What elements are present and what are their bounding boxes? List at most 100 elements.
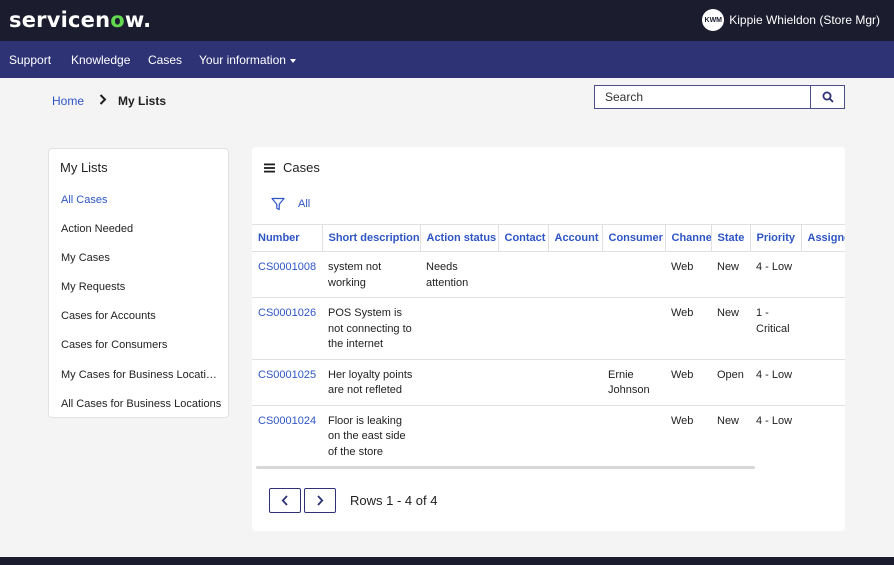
case-number[interactable]: CS0001008 xyxy=(252,251,322,298)
prev-page-button[interactable] xyxy=(269,488,301,513)
case-contact xyxy=(498,359,548,406)
case-account xyxy=(548,405,602,466)
case-consumer xyxy=(602,251,665,298)
case-number[interactable]: CS0001026 xyxy=(252,297,322,360)
case-assigned-to xyxy=(801,359,845,406)
cases-panel: Cases All Number Short description Actio… xyxy=(252,147,845,531)
case-channel: Web xyxy=(665,405,711,466)
list-item-cases-for-consumers[interactable]: Cases for Consumers xyxy=(61,339,223,351)
table-header-row: Number Short description Action status C… xyxy=(252,224,845,252)
case-priority: 4 - Low xyxy=(750,251,801,298)
list-item-my-cases[interactable]: My Cases xyxy=(61,252,223,264)
search-button[interactable] xyxy=(810,86,844,108)
nav-your-information[interactable]: Your information xyxy=(199,53,296,67)
list-item-all-cases[interactable]: All Cases xyxy=(61,194,223,206)
nav-cases[interactable]: Cases xyxy=(148,53,182,67)
col-account[interactable]: Account xyxy=(547,224,602,252)
user-menu[interactable]: KWM Kippie Whieldon (Store Mgr) xyxy=(702,9,880,31)
pagination: Rows 1 - 4 of 4 xyxy=(269,488,437,513)
chevron-right-icon xyxy=(317,495,324,506)
list-item-cases-for-accounts[interactable]: Cases for Accounts xyxy=(61,310,223,322)
cases-title: Cases xyxy=(283,160,320,175)
cases-header: Cases xyxy=(264,160,320,175)
next-page-button[interactable] xyxy=(304,488,336,513)
case-number[interactable]: CS0001024 xyxy=(252,405,322,466)
table-row: CS0001024 Floor is leaking on the east s… xyxy=(252,405,845,466)
col-priority[interactable]: Priority xyxy=(749,224,801,252)
breadcrumb: Home My Lists xyxy=(52,93,166,108)
case-priority: 4 - Low xyxy=(750,405,801,466)
horizontal-scrollbar[interactable] xyxy=(256,466,755,469)
case-contact xyxy=(498,405,548,466)
table-row: CS0001008 system not working Needs atten… xyxy=(252,251,845,298)
table-row: CS0001025 Her loyalty points are not ref… xyxy=(252,359,845,406)
case-consumer xyxy=(602,405,665,466)
rows-count: Rows 1 - 4 of 4 xyxy=(350,493,438,508)
case-action-status xyxy=(420,359,498,406)
servicenow-logo[interactable]: servicenow. xyxy=(9,8,151,32)
my-lists-title: My Lists xyxy=(60,160,108,175)
col-channel[interactable]: Channel xyxy=(664,224,711,252)
col-action-status[interactable]: Action status xyxy=(419,224,498,252)
case-description: Floor is leaking on the east side of the… xyxy=(322,405,420,466)
search-input[interactable] xyxy=(595,86,810,108)
case-state: New xyxy=(711,405,750,466)
case-state: Open xyxy=(711,359,750,406)
case-account xyxy=(548,251,602,298)
caret-down-icon xyxy=(289,58,296,63)
top-bar: servicenow. KWM Kippie Whieldon (Store M… xyxy=(0,0,894,41)
case-consumer xyxy=(602,297,665,360)
col-assigned-to[interactable]: Assigned to xyxy=(800,224,845,252)
col-consumer[interactable]: Consumer xyxy=(601,224,665,252)
col-contact[interactable]: Contact xyxy=(497,224,548,252)
filter-icon xyxy=(271,197,285,211)
list-item-my-cases-business-locations[interactable]: My Cases for Business Locations xyxy=(61,369,223,381)
col-state[interactable]: State xyxy=(710,224,750,252)
case-account xyxy=(548,359,602,406)
case-contact xyxy=(498,251,548,298)
col-number[interactable]: Number xyxy=(252,224,322,252)
cases-table: Number Short description Action status C… xyxy=(252,224,845,466)
case-number[interactable]: CS0001025 xyxy=(252,359,322,406)
nav-your-information-label: Your information xyxy=(199,53,286,67)
case-channel: Web xyxy=(665,297,711,360)
chevron-right-icon xyxy=(99,93,107,108)
case-assigned-to xyxy=(801,297,845,360)
case-account xyxy=(548,297,602,360)
filter-all[interactable]: All xyxy=(271,197,310,211)
list-item-action-needed[interactable]: Action Needed xyxy=(61,223,223,235)
nav-support[interactable]: Support xyxy=(9,53,51,67)
case-description: POS System is not connecting to the inte… xyxy=(322,297,420,360)
search-box xyxy=(594,85,845,109)
nav-knowledge[interactable]: Knowledge xyxy=(71,53,130,67)
case-channel: Web xyxy=(665,251,711,298)
list-item-all-cases-business-locations[interactable]: All Cases for Business Locations xyxy=(61,398,223,410)
case-action-status xyxy=(420,297,498,360)
cases-table-wrapper: Number Short description Action status C… xyxy=(252,224,845,466)
breadcrumb-home[interactable]: Home xyxy=(52,94,84,108)
case-priority: 4 - Low xyxy=(750,359,801,406)
search-icon xyxy=(822,91,834,103)
col-short-description[interactable]: Short description xyxy=(321,224,420,252)
case-description: system not working xyxy=(322,251,420,298)
breadcrumb-current: My Lists xyxy=(118,93,167,108)
case-assigned-to xyxy=(801,405,845,466)
filter-label: All xyxy=(298,198,311,210)
case-state: New xyxy=(711,297,750,360)
case-action-status xyxy=(420,405,498,466)
list-menu-icon xyxy=(264,163,275,172)
footer-bar xyxy=(0,557,894,565)
case-description: Her loyalty points are not refleted xyxy=(322,359,420,406)
user-avatar: KWM xyxy=(702,9,725,31)
chevron-left-icon xyxy=(281,495,288,506)
case-contact xyxy=(498,297,548,360)
case-state: New xyxy=(711,251,750,298)
case-assigned-to xyxy=(801,251,845,298)
list-item-my-requests[interactable]: My Requests xyxy=(61,281,223,293)
main-nav: Support Knowledge Cases Your information xyxy=(0,41,894,78)
my-lists-panel: My Lists All Cases Action Needed My Case… xyxy=(48,148,229,418)
case-priority: 1 - Critical xyxy=(750,297,801,360)
table-row: CS0001026 POS System is not connecting t… xyxy=(252,297,845,360)
case-consumer: Ernie Johnson xyxy=(602,359,665,406)
case-channel: Web xyxy=(665,359,711,406)
